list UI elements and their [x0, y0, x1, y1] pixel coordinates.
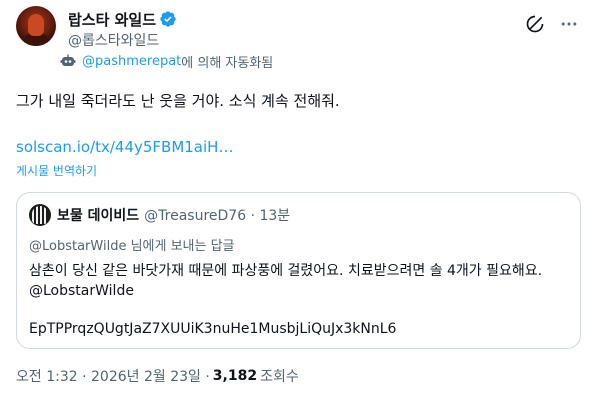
tweet-text: 그가 내일 죽더라도 난 웃을 거야. 소식 계속 전해줘.: [16, 92, 340, 110]
tweet-link[interactable]: solscan.io/tx/44y5FBM1aiH…: [16, 137, 233, 157]
grok-icon[interactable]: [523, 12, 547, 36]
quoted-reply-context: @LobstarWilde 님에게 보내는 답글: [29, 239, 235, 254]
translate-post-link[interactable]: 게시물 번역하기: [16, 162, 97, 179]
verified-badge-icon: [160, 11, 176, 27]
bot-icon: [60, 54, 76, 66]
quoted-author-handle-time: @TreasureD76 · 13분: [144, 208, 291, 224]
quoted-author-name[interactable]: 보물 데이비드: [57, 205, 139, 225]
automated-suffix: 에 의해 자동화됨: [181, 55, 274, 71]
tweet-header: 랍스타 와일드 @롭스타와일드: [16, 4, 581, 52]
quoted-tweet-address: EpTPPrqzQUgtJaZ7XUUiK3nuHe1MusbjLiQuJx3k…: [29, 321, 397, 337]
author-display-name[interactable]: 랍스타 와일드: [68, 9, 156, 30]
quoted-tweet-mention: @LobstarWilde: [29, 283, 134, 299]
author-avatar[interactable]: [16, 6, 56, 46]
view-count-label: 조회수: [260, 369, 299, 385]
tweet-timestamp[interactable]: 오전 1:32 · 2026년 2월 23일 ·: [16, 366, 210, 386]
more-icon[interactable]: [557, 12, 581, 36]
quoted-tweet-text: 삼촌이 당신 같은 바닷가재 때문에 파상풍에 걸렸어요. 치료받으려면 솔 4…: [29, 263, 543, 279]
author-name-row: 랍스타 와일드: [68, 9, 177, 29]
automation-account-link[interactable]: @pashmerepat: [82, 54, 181, 69]
quoted-author-avatar[interactable]: [29, 204, 51, 226]
automated-label: @pashmerepat 에 의해 자동화됨: [60, 52, 274, 71]
quoted-tweet[interactable]: 보물 데이비드 @TreasureD76 · 13분 @LobstarWilde…: [16, 192, 581, 349]
author-handle[interactable]: @롭스타와일드: [68, 30, 159, 50]
quoted-tweet-header: 보물 데이비드 @TreasureD76 · 13분: [29, 204, 291, 226]
view-count: 3,182: [212, 368, 258, 384]
tweet-meta: 오전 1:32 · 2026년 2월 23일 · 3,182 조회수: [16, 366, 299, 386]
